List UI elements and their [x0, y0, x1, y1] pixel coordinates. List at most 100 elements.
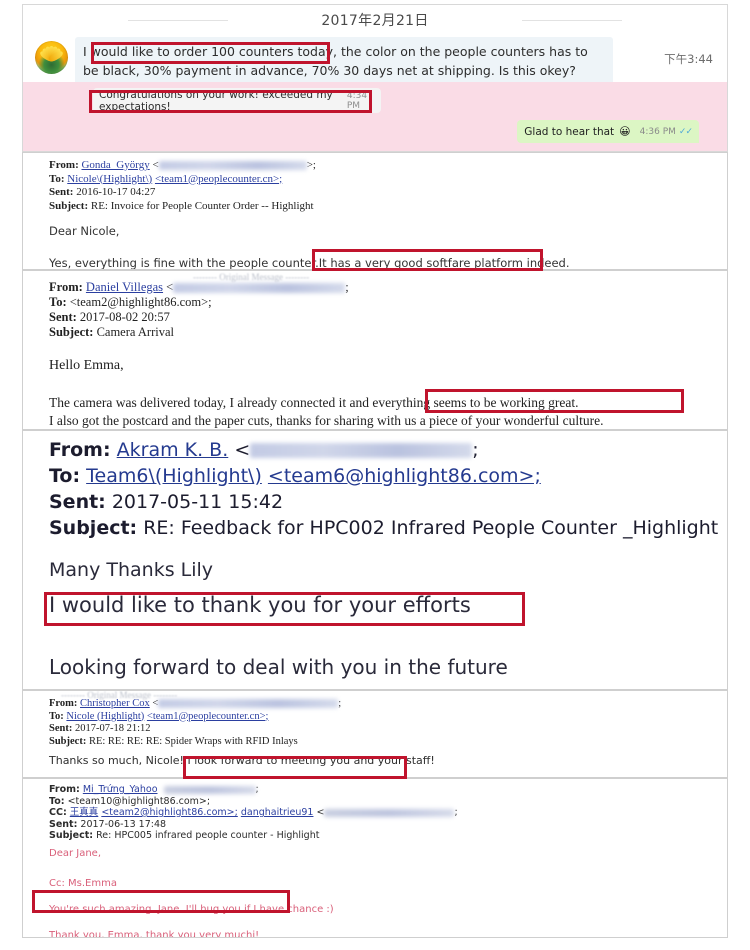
email-header-gonda: From: Gonda_György < >; To: Nicole\(Highl… — [49, 159, 316, 213]
email-block-mi-trung: From: Mi_Trứng_Yahoo ; To: <team10@highl… — [22, 778, 728, 938]
to-line: To: Team6\(Highlight\) <team6@highlight8… — [49, 463, 718, 489]
from-line: From: Akram K. B. <; — [49, 437, 718, 463]
from-bracket-open: < — [234, 439, 251, 461]
sent-label: Sent: — [49, 723, 73, 734]
from-label: From: — [49, 784, 80, 795]
to-name: Team6\(Highlight\) — [86, 465, 262, 487]
to-line: To: Nicole (Highlight) <team1@peoplecoun… — [49, 711, 341, 724]
double-check-icon: ✓✓ — [678, 126, 693, 137]
from-bracket-close: ; — [338, 698, 342, 709]
body-highlighted-text: It has a very good softfare platform ind… — [318, 256, 570, 270]
subject-label: Subject: — [49, 517, 138, 539]
cc-line: CC: 王真真 <team2@highlight86.com>; danghai… — [49, 807, 458, 819]
cc-label: CC: — [49, 807, 67, 818]
chat-pink-row: Congratulations on your work! exceeded m… — [23, 82, 727, 151]
sent-line: Sent: 2017-08-02 20:57 — [49, 310, 349, 325]
email-block-villegas: -------- Original Message -------- From:… — [22, 270, 728, 430]
to-address: <team10@highlight86.com>; — [67, 795, 211, 807]
from-bracket-close: >; — [306, 159, 316, 171]
from-line: From: Gonda_György < >; — [49, 159, 316, 173]
subject-value: RE: Invoice for People Counter Order -- … — [90, 199, 314, 212]
to-label: To: — [49, 172, 65, 185]
chat-incoming-bubble: I would like to order 100 counters today… — [75, 37, 613, 86]
email-cc-note: Cc: Ms.Emma — [49, 878, 117, 889]
email-greeting: Dear Jane, — [49, 848, 102, 859]
body-plain-text: The camera was delivered today, I alread… — [49, 395, 373, 410]
email-greeting: Hello Emma, — [49, 358, 124, 373]
sent-value: 2017-05-11 15:42 — [111, 491, 284, 513]
email-body-line-2: I also got the postcard and the paper cu… — [49, 413, 604, 428]
chat-grey-bubble: Congratulations on your work! exceeded m… — [93, 88, 381, 113]
chat-incoming-timestamp: 下午3:44 — [664, 52, 713, 66]
email-block-cox: -------- Original Message -------- From:… — [22, 690, 728, 778]
subject-label: Subject: — [49, 735, 87, 747]
to-address: <team6@highlight86.com>; — [267, 465, 541, 487]
from-label: From: — [49, 280, 83, 294]
subject-line: Subject: Camera Arrival — [49, 325, 349, 340]
cc-name-2: danghaitrieu91 — [240, 807, 314, 818]
from-name: Gonda_György — [81, 159, 150, 171]
body-plain-text: Thanks so much, Nicole! — [49, 754, 184, 767]
redacted-email-icon — [158, 699, 339, 709]
from-bracket-open: < — [152, 159, 159, 171]
cc-name: 王真真 — [69, 807, 99, 818]
subject-value: Re: HPC005 infrared people counter - Hig… — [96, 830, 320, 841]
email-block-akram: From: Akram K. B. <; To: Team6\(Highligh… — [22, 430, 728, 690]
to-line: To: Nicole\(Highlight\) <team1@peoplecou… — [49, 173, 316, 187]
chat-grey-timestamp: 4:34 PM — [346, 90, 368, 111]
sent-value: 2017-07-18 21:12 — [74, 723, 151, 734]
email-header-mi-trung: From: Mi_Trứng_Yahoo ; To: <team10@highl… — [49, 784, 458, 842]
from-name: Akram K. B. — [116, 439, 229, 461]
sunflower-avatar-icon — [35, 41, 68, 74]
email-body-line-1: The camera was delivered today, I alread… — [49, 395, 579, 411]
to-line: To: <team10@highlight86.com>; — [49, 796, 458, 808]
date-rule-right — [522, 20, 622, 21]
from-bracket-close: ; — [345, 280, 349, 294]
chat-date-label: 2017年2月21日 — [311, 10, 439, 30]
body-highlighted-text: I look forward to meeting you and your s… — [187, 754, 435, 767]
email-block-gonda: From: Gonda_György < >; To: Nicole\(Highl… — [22, 152, 728, 270]
chat-green-timestamp: 4:36 PM — [639, 126, 676, 137]
sent-label: Sent: — [49, 491, 106, 513]
sent-line: Sent: 2017-05-11 15:42 — [49, 489, 718, 515]
cc-bracket-close: ; — [454, 807, 458, 818]
chat-grey-text: Congratulations on your work! exceeded m… — [99, 88, 333, 113]
chat-green-text: Glad to hear that — [524, 125, 615, 138]
subject-value: RE: RE: RE: RE: Spider Wraps with RFID I… — [88, 735, 298, 747]
sent-value: 2017-08-02 20:57 — [79, 310, 170, 324]
sent-line: Sent: 2016-10-17 04:27 — [49, 186, 316, 200]
to-address: <team2@highlight86.com>; — [69, 295, 212, 309]
to-label: To: — [49, 795, 65, 807]
to-address: <team1@peoplecounter.cn>; — [154, 172, 283, 185]
to-label: To: — [49, 295, 67, 309]
from-line: From: Daniel Villegas <; — [49, 280, 349, 295]
chat-green-bubble: Glad to hear that 😀 4:36 PM ✓✓ — [517, 120, 699, 143]
email-body-line-3: Looking forward to deal with you in the … — [49, 655, 508, 679]
sent-label: Sent: — [49, 310, 77, 324]
subject-label: Subject: — [49, 830, 94, 841]
subject-value: Camera Arrival — [96, 325, 174, 339]
subject-label: Subject: — [49, 199, 89, 212]
subject-line: Subject: RE: Feedback for HPC002 Infrare… — [49, 515, 718, 541]
sent-line: Sent: 2017-06-13 17:48 — [49, 819, 458, 831]
chat-incoming-row: I would like to order 100 counters today… — [23, 35, 727, 86]
cc-address: <team2@highlight86.com>; — [101, 807, 238, 818]
redacted-email-icon — [324, 808, 455, 817]
email-body-highlighted: I would like to thank you for your effor… — [49, 593, 471, 617]
to-label: To: — [49, 465, 81, 487]
email-body-gonda: Yes, everything is fine with the people … — [49, 256, 570, 270]
from-label: From: — [49, 698, 78, 709]
sent-value: 2017-06-13 17:48 — [80, 818, 167, 830]
cc-bracket-open: < — [316, 807, 325, 818]
subject-line: Subject: Re: HPC005 infrared people coun… — [49, 830, 458, 842]
from-line: From: Mi_Trứng_Yahoo ; — [49, 784, 458, 796]
email-greeting: Dear Nicole, — [49, 224, 120, 238]
testimonials-collage-page: 2017年2月21日 I would like to order 100 cou… — [0, 0, 750, 950]
chat-panel: 2017年2月21日 I would like to order 100 cou… — [22, 4, 728, 152]
email-body-cox: Thanks so much, Nicole! I look forward t… — [49, 754, 435, 767]
from-line: From: Christopher Cox <; — [49, 698, 341, 711]
subject-line: Subject: RE: Invoice for People Counter … — [49, 200, 316, 214]
body-plain-text: Yes, everything is fine with the people … — [49, 256, 319, 270]
email-body-highlighted: You're such amazing, Jane. I'll hug you … — [49, 904, 334, 915]
email-header-villegas: From: Daniel Villegas <; To: <team2@high… — [49, 280, 349, 340]
